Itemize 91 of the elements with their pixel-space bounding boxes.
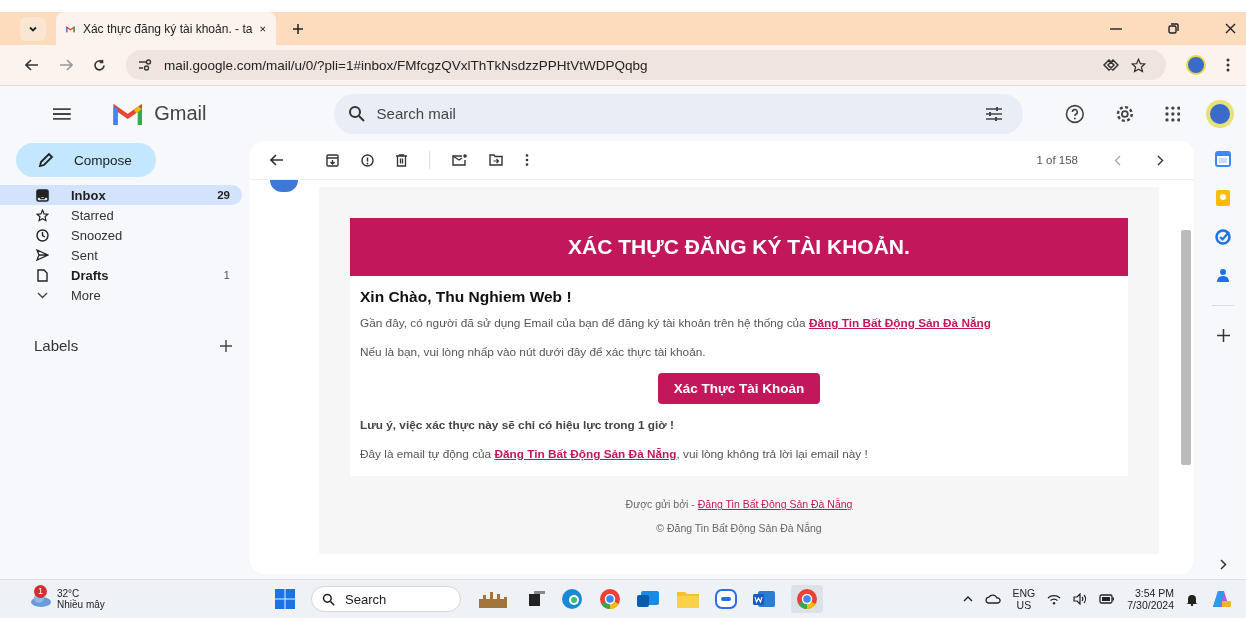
email-paragraph: Nếu là bạn, vui lòng nhấp vào nút dưới đây để xác thực tài khoản.	[360, 345, 707, 361]
verify-account-button[interactable]: Xác Thực Tài Khoản	[657, 372, 821, 404]
apps-icon[interactable]	[1164, 105, 1181, 122]
sidebar-item[interactable]: Starred	[0, 205, 242, 225]
next-icon[interactable]	[1157, 154, 1164, 166]
labels-heading: Labels	[34, 337, 79, 354]
notification-badge: 1	[34, 585, 47, 598]
star-icon[interactable]	[1131, 57, 1146, 73]
clock-icon	[36, 228, 49, 242]
sidebar-item[interactable]: Snoozed	[0, 225, 242, 245]
edge-icon[interactable]	[561, 588, 583, 610]
chevron-down-icon	[36, 291, 49, 299]
report-spam-icon[interactable]	[361, 153, 374, 167]
search-icon	[322, 592, 335, 606]
add-label-icon[interactable]	[220, 339, 232, 352]
account-avatar[interactable]	[1206, 99, 1234, 128]
restore-icon[interactable]	[1168, 23, 1179, 34]
validity-note: Lưu ý, việc xác thực này sẽ chỉ có hiệu lực trong 1 giờ !	[360, 417, 675, 433]
send-icon	[36, 249, 49, 261]
search-bar[interactable]: Search mail	[333, 93, 1024, 134]
word-icon[interactable]	[753, 590, 775, 608]
volume-icon	[1073, 593, 1088, 605]
chrome-taskbar-button[interactable]	[791, 585, 823, 613]
copilot-icon[interactable]	[1210, 589, 1232, 609]
address-bar[interactable]: mail.google.com/mail/u/0/?pli=1#inbox/FMfcgzQVxlThTkNsdzzPPHtVtWDPQqbg	[126, 50, 1166, 80]
close-icon[interactable]	[1225, 23, 1236, 34]
mark-unread-icon[interactable]	[452, 154, 467, 166]
sidebar-item[interactable]: Sent	[0, 245, 242, 265]
sidebar-item[interactable]: More	[0, 285, 242, 305]
site-link[interactable]: Đăng Tin Bất Động Sản Đà Nẵng	[697, 498, 853, 511]
language-indicator[interactable]: ENG US	[1012, 586, 1036, 612]
star-icon	[36, 208, 49, 222]
scrollbar-thumb[interactable]	[1181, 230, 1191, 465]
pagination-count: 1 of 158	[1036, 154, 1078, 166]
start-icon[interactable]	[275, 589, 295, 609]
reload-icon[interactable]	[93, 58, 106, 72]
back-icon[interactable]	[270, 154, 284, 166]
back-icon[interactable]	[25, 59, 39, 71]
email-paragraph: Gần đây, có người đã sử dụng Email của bạn để đăng ký tài khoản trên hệ thống của Đăng Tin Bất Động Sản Đà Nẵng	[360, 316, 992, 332]
battery-icon	[1099, 594, 1116, 604]
forward-icon[interactable]	[59, 59, 73, 71]
gmail-logo-icon	[112, 102, 143, 125]
wifi-icon	[1047, 593, 1062, 605]
taskbar-search-field[interactable]: Search	[311, 586, 461, 612]
compose-button[interactable]: Compose	[16, 143, 156, 177]
sent-by-text: Được gửi bởi - Đăng Tin Bất Động Sản Đà Nẵng	[624, 498, 854, 511]
sidebar-item[interactable]: Inbox 29	[0, 185, 242, 205]
product-name: Gmail	[154, 102, 208, 125]
task-view-icon[interactable]	[529, 591, 545, 607]
more-icon[interactable]	[1226, 58, 1230, 72]
bell-icon[interactable]	[1186, 592, 1198, 606]
temperature: 32°C	[57, 588, 81, 599]
site-settings-icon	[138, 59, 152, 71]
chrome-icon[interactable]	[599, 588, 621, 610]
weather-condition: Nhiều mây	[57, 599, 105, 610]
email-banner: XÁC THỰC ĐĂNG KÝ TÀI KHOẢN.	[350, 218, 1128, 276]
chrome-icon	[796, 588, 818, 610]
add-icon[interactable]	[1216, 329, 1230, 342]
chevron-up-icon[interactable]	[962, 596, 973, 602]
trash-icon[interactable]	[396, 153, 407, 167]
browser-tab[interactable]: Xác thực đăng ký tài khoản. - ta	[56, 12, 276, 45]
profile-avatar[interactable]	[1186, 55, 1206, 75]
archive-icon[interactable]	[326, 153, 339, 167]
document-icon	[36, 268, 49, 282]
help-icon[interactable]	[1065, 103, 1085, 124]
outlook-icon[interactable]	[637, 589, 661, 609]
cloud-icon[interactable]	[984, 594, 1001, 604]
sender-avatar	[270, 180, 298, 192]
inbox-icon	[36, 188, 49, 202]
email-paragraph: Đây là email tự động của Đăng Tin Bất Động Sản Đà Nẵng, vui lòng không trả lời lại email này !	[360, 447, 869, 463]
filter-icon[interactable]	[985, 105, 1004, 122]
chat-app-icon[interactable]	[715, 589, 737, 609]
search-field[interactable]: Search mail	[374, 104, 976, 123]
settings-icon[interactable]	[1114, 103, 1135, 124]
close-icon[interactable]	[260, 23, 266, 34]
tasks-icon[interactable]	[1215, 229, 1231, 245]
new-tab-icon[interactable]	[292, 22, 304, 35]
pencil-icon	[38, 152, 54, 168]
site-link[interactable]: Đăng Tin Bất Động Sản Đà Nẵng	[808, 316, 991, 330]
copyright-text: © Đăng Tin Bất Động Sản Đà Nẵng	[655, 522, 823, 535]
contacts-icon[interactable]	[1217, 268, 1229, 282]
sidebar-item[interactable]: Drafts 1	[0, 265, 242, 285]
menu-icon[interactable]	[53, 107, 71, 120]
more-icon[interactable]	[525, 154, 529, 166]
greeting: Xin Chào, Thu Nghiem Web !	[360, 288, 573, 306]
clock[interactable]: 3:54 PM 7/30/2024	[1127, 586, 1174, 612]
calendar-icon[interactable]	[1215, 151, 1231, 167]
minimize-icon[interactable]	[1110, 27, 1122, 30]
search-icon	[347, 105, 365, 122]
expand-icon[interactable]	[1219, 559, 1227, 570]
move-to-folder-icon[interactable]	[489, 154, 503, 166]
